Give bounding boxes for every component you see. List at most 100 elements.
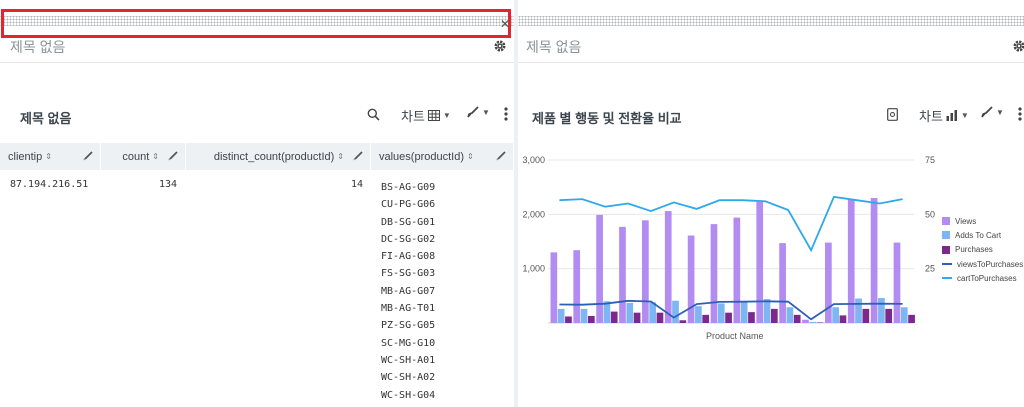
panel-title: 제목 없음 bbox=[526, 39, 582, 55]
y2-axis-tick-label: 75 bbox=[925, 155, 935, 165]
bar-adds-to-cart bbox=[878, 298, 885, 323]
panel-divider bbox=[518, 62, 1024, 63]
value-item: DB-SG-G01 bbox=[381, 216, 436, 228]
legend-item[interactable]: Purchases bbox=[942, 243, 1023, 257]
sort-icon[interactable]: ⇕ bbox=[337, 152, 344, 161]
brush-icon bbox=[467, 106, 479, 118]
gear-icon[interactable] bbox=[493, 39, 507, 53]
bar-adds-to-cart bbox=[763, 299, 771, 323]
bar-views bbox=[687, 235, 695, 323]
value-item: PZ-SG-G05 bbox=[381, 320, 436, 332]
bar-purchases bbox=[862, 308, 870, 323]
column-header-count[interactable]: count ⇕ bbox=[101, 143, 186, 170]
value-item: WC-SH-G04 bbox=[381, 389, 436, 401]
bar-views bbox=[825, 242, 832, 323]
legend-label: Purchases bbox=[955, 245, 993, 255]
behavior-conversion-chart: 3,000 75 2,000 50 1,000 25 bbox=[522, 155, 935, 324]
value-item: MB-AG-G07 bbox=[381, 285, 436, 297]
column-label: clientip bbox=[8, 150, 43, 163]
bar-purchases bbox=[748, 312, 755, 323]
bar-purchases bbox=[908, 314, 915, 323]
panel-divider bbox=[0, 62, 514, 63]
column-header-clientip[interactable]: clientip ⇕ bbox=[0, 143, 101, 170]
chevron-down-icon: ▼ bbox=[482, 107, 490, 117]
cell-distinct-count[interactable]: 14 bbox=[330, 179, 363, 190]
pencil-icon[interactable] bbox=[168, 151, 178, 161]
bar-adds-to-cart bbox=[557, 308, 565, 323]
y-axis-tick-label: 2,000 bbox=[522, 209, 545, 219]
value-item: FS-SG-G03 bbox=[381, 268, 436, 280]
bar-purchases bbox=[839, 315, 847, 323]
cell-values-list[interactable]: BS-AG-G09 CU-PG-G06 DB-SG-G01 DC-SG-G02 FI-A… bbox=[381, 179, 435, 407]
bar-views bbox=[893, 242, 901, 323]
legend-swatch bbox=[942, 263, 952, 266]
panel-drag-handle[interactable] bbox=[518, 16, 1024, 26]
legend-swatch bbox=[942, 217, 950, 226]
bar-views bbox=[596, 214, 603, 323]
y2-axis-tick-label: 50 bbox=[925, 209, 935, 219]
pencil-icon[interactable] bbox=[496, 151, 506, 161]
pencil-icon[interactable] bbox=[83, 151, 93, 161]
legend-swatch bbox=[942, 245, 950, 254]
more-vertical-icon[interactable] bbox=[504, 107, 508, 121]
more-vertical-icon[interactable] bbox=[1018, 107, 1022, 121]
bar-purchases bbox=[679, 320, 687, 323]
bar-adds-to-cart bbox=[786, 307, 794, 323]
chart-type-button[interactable]: 차트 ▼ bbox=[919, 106, 969, 125]
chart-type-button[interactable]: 차트 ▼ bbox=[401, 106, 451, 125]
x-axis-label: Product Name bbox=[706, 331, 764, 341]
legend-label: viewsToPurchases bbox=[957, 259, 1024, 269]
bar-purchases bbox=[725, 312, 732, 323]
bar-chart-icon bbox=[946, 110, 957, 121]
bar-adds-to-cart bbox=[740, 301, 748, 323]
cell-count[interactable]: 134 bbox=[130, 179, 177, 190]
export-icon[interactable] bbox=[887, 108, 898, 121]
search-icon[interactable] bbox=[367, 108, 380, 121]
bar-views bbox=[550, 252, 558, 323]
value-item: WC-SH-A02 bbox=[381, 372, 436, 384]
column-header-values[interactable]: values(productId) ⇕ bbox=[371, 143, 514, 170]
value-item: BS-AG-G09 bbox=[381, 182, 436, 193]
pencil-icon[interactable] bbox=[353, 151, 363, 161]
value-item: WC-SH-A01 bbox=[381, 354, 436, 366]
sort-icon[interactable]: ⇕ bbox=[467, 152, 474, 161]
sort-icon[interactable]: ⇕ bbox=[45, 152, 52, 161]
left-dashboard-panel: ✕ 제목 없음 제목 없음 차트 ▼ ▼ clientip ⇕ count ⇕ … bbox=[0, 0, 514, 407]
y-axis-tick-label: 3,000 bbox=[522, 155, 545, 165]
close-icon[interactable]: ✕ bbox=[500, 18, 510, 30]
bar-adds-to-cart bbox=[809, 321, 817, 323]
bar-purchases bbox=[885, 308, 893, 323]
bar-adds-to-cart bbox=[832, 307, 839, 323]
bar-views bbox=[664, 211, 672, 323]
cell-clientip[interactable]: 87.194.216.51 bbox=[10, 179, 88, 190]
legend-swatch bbox=[942, 277, 952, 280]
legend-label: Adds To Cart bbox=[955, 230, 1002, 240]
sort-icon[interactable]: ⇕ bbox=[152, 152, 159, 161]
chevron-down-icon: ▼ bbox=[996, 107, 1004, 117]
bar-views bbox=[733, 217, 741, 323]
chart-type-label: 차트 bbox=[919, 109, 943, 124]
legend-item[interactable]: viewsToPurchases bbox=[942, 257, 1023, 271]
value-item: DC-SG-G02 bbox=[381, 233, 436, 245]
value-item: MB-AG-T01 bbox=[381, 303, 436, 315]
y2-axis-tick-label: 25 bbox=[925, 264, 935, 274]
highlight-annotation-box bbox=[1, 9, 511, 38]
bar-purchases bbox=[587, 315, 595, 323]
results-table-header: clientip ⇕ count ⇕ distinct_count(produc… bbox=[0, 143, 514, 170]
chart-type-label: 차트 bbox=[401, 109, 425, 124]
bar-adds-to-cart bbox=[900, 307, 908, 323]
bar-views bbox=[779, 243, 786, 323]
format-button[interactable]: ▼ bbox=[981, 106, 1004, 118]
legend-item[interactable]: Adds To Cart bbox=[942, 228, 1023, 242]
y-axis-tick-label: 1,000 bbox=[522, 264, 545, 274]
bar-purchases bbox=[610, 311, 618, 323]
column-header-distinct-count[interactable]: distinct_count(productId) ⇕ bbox=[186, 143, 371, 170]
bar-adds-to-cart bbox=[672, 300, 679, 323]
bar-views bbox=[573, 250, 581, 323]
legend-item[interactable]: cartToPurchases bbox=[942, 271, 1023, 285]
column-label: count bbox=[122, 150, 150, 163]
format-button[interactable]: ▼ bbox=[467, 106, 490, 118]
panel-title: 제목 없음 bbox=[10, 39, 66, 55]
gear-icon[interactable] bbox=[1012, 39, 1024, 53]
legend-item[interactable]: Views bbox=[942, 214, 1023, 228]
